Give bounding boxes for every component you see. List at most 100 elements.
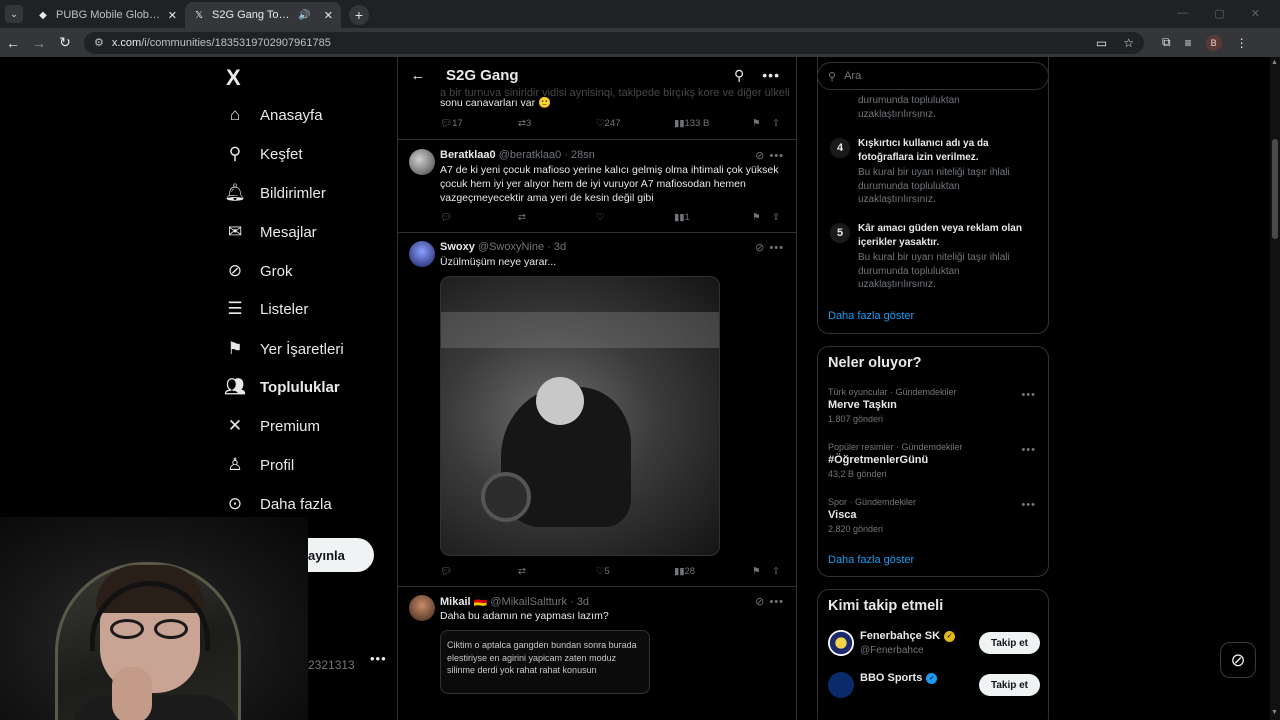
- follow-name[interactable]: Fenerbahçe SK ✓: [860, 630, 956, 642]
- nav-notifications[interactable]: 🔔︎ Bildirimler: [224, 176, 326, 210]
- more-icon[interactable]: •••: [1021, 499, 1036, 511]
- nav-profile[interactable]: ♙ Profil: [224, 448, 294, 482]
- minimize-icon[interactable]: —: [1177, 7, 1188, 20]
- grok-icon[interactable]: ⊘: [755, 596, 765, 608]
- follow-suggestion[interactable]: BBO Sports ✓ Takip et: [828, 672, 1040, 702]
- grok-icon[interactable]: ⊘: [755, 150, 765, 162]
- reply-button[interactable]: 💬︎ 17: [440, 118, 463, 129]
- avatar[interactable]: [409, 241, 435, 267]
- follow-handle[interactable]: @Fenerbahce: [860, 645, 924, 656]
- site-info-icon[interactable]: ⚙: [94, 36, 104, 49]
- avatar[interactable]: [409, 149, 435, 175]
- nav-grok[interactable]: ⊘ Grok: [224, 254, 293, 288]
- post-button[interactable]: ayınla: [308, 538, 374, 572]
- bookmark-star-icon[interactable]: ☆: [1123, 36, 1134, 50]
- quoted-post[interactable]: Ciktim o aptalca gangden bundan sonra bu…: [440, 630, 650, 694]
- views-button[interactable]: ▮▮ 133 B: [674, 118, 709, 129]
- reload-icon[interactable]: ↻: [52, 34, 78, 51]
- forward-arrow-icon[interactable]: →: [26, 35, 52, 51]
- trend-item[interactable]: Spor · Gündemdekiler Visca 2.820 gönderi…: [828, 497, 1040, 534]
- share-icon[interactable]: ⇧: [772, 118, 780, 129]
- avatar[interactable]: [409, 595, 435, 621]
- author-name[interactable]: Swoxy: [440, 241, 475, 253]
- grok-icon[interactable]: ⊘: [755, 242, 765, 254]
- share-icon[interactable]: ⇧: [772, 212, 780, 223]
- extensions-icon[interactable]: ⧉: [1162, 35, 1171, 50]
- browser-menu-icon[interactable]: ⋮: [1236, 36, 1248, 50]
- grok-floating-button[interactable]: ⊘: [1220, 642, 1256, 678]
- views-button[interactable]: ▮▮ 28: [674, 566, 695, 577]
- avatar[interactable]: [828, 672, 854, 698]
- post-time[interactable]: 28sn: [571, 149, 595, 161]
- reply-button[interactable]: 💬︎: [440, 212, 452, 223]
- search-box[interactable]: ⚲ Ara: [817, 62, 1049, 90]
- post[interactable]: Beratklaa0 @beratklaa0 · 28sn ⊘ ••• A7 d…: [398, 140, 796, 233]
- trend-item[interactable]: Türk oyuncular · Gündemdekiler Merve Taş…: [828, 387, 1040, 424]
- repost-button[interactable]: ⇄ 3: [518, 118, 531, 129]
- follow-button[interactable]: Takip et: [978, 632, 1040, 654]
- follow-button[interactable]: Takip et: [978, 674, 1040, 696]
- post-menu[interactable]: ⊘ •••: [755, 149, 784, 162]
- audio-icon[interactable]: 🔊: [298, 10, 310, 21]
- nav-premium[interactable]: ✕ Premium: [224, 409, 320, 443]
- account-handle[interactable]: 2321313: [308, 658, 355, 672]
- author-name[interactable]: Mikail 🇩🇪: [440, 596, 487, 608]
- scroll-down-icon[interactable]: ▼: [1271, 709, 1278, 716]
- bookmark-icon[interactable]: ⚑: [752, 118, 761, 129]
- show-more-trends-link[interactable]: Daha fazla göster: [828, 554, 914, 566]
- author-handle[interactable]: @SwoxyNine: [478, 241, 544, 253]
- post-menu[interactable]: ⊘ •••: [755, 595, 784, 608]
- bookmark-icon[interactable]: ⚑: [752, 566, 761, 577]
- share-icon[interactable]: ⇧: [772, 566, 780, 577]
- follow-name[interactable]: BBO Sports ✓: [860, 672, 938, 684]
- back-arrow-icon[interactable]: ←: [0, 35, 26, 51]
- author-handle[interactable]: @MikailSaltturk: [490, 596, 567, 608]
- more-icon[interactable]: •••: [1021, 389, 1036, 401]
- nav-messages[interactable]: ✉ Mesajlar: [224, 215, 317, 249]
- post-time[interactable]: 3d: [577, 596, 589, 608]
- tab-close-icon[interactable]: ✕: [324, 9, 333, 22]
- scrollbar-thumb[interactable]: [1272, 139, 1278, 239]
- browser-tab-pubg[interactable]: ◆ PUBG Mobile Global Champion ✕: [29, 2, 185, 28]
- nav-more[interactable]: ⊙ Daha fazla: [224, 487, 332, 521]
- like-button[interactable]: ♡: [596, 212, 605, 223]
- post[interactable]: Mikail 🇩🇪 @MikailSaltturk · 3d ⊘ ••• Dah…: [398, 587, 796, 720]
- follow-suggestion[interactable]: Fenerbahçe SK ✓ @Fenerbahce Takip et: [828, 630, 1040, 660]
- nav-communities[interactable]: 👥︎ Topluluklar: [224, 370, 340, 404]
- more-icon[interactable]: •••: [1021, 444, 1036, 456]
- like-button[interactable]: ♡ 5: [596, 566, 610, 577]
- nav-explore[interactable]: ⚲ Keşfet: [224, 137, 303, 171]
- author-handle[interactable]: @beratklaa0: [499, 149, 562, 161]
- nav-home[interactable]: ⌂ Anasayfa: [224, 98, 323, 132]
- tab-close-icon[interactable]: ✕: [168, 9, 177, 22]
- maximize-icon[interactable]: ▢: [1214, 7, 1224, 20]
- show-more-rules-link[interactable]: Daha fazla göster: [828, 310, 914, 322]
- x-logo-icon[interactable]: X: [226, 65, 241, 91]
- tab-search-icon[interactable]: ⌄: [5, 5, 23, 23]
- post-menu[interactable]: ⊘ •••: [755, 241, 784, 254]
- repost-button[interactable]: ⇄: [518, 566, 526, 577]
- address-bar[interactable]: ⚙ x.com/i/communities/183531970290796178…: [84, 31, 1144, 54]
- author-name[interactable]: Beratklaa0: [440, 149, 496, 161]
- account-more-icon[interactable]: •••: [370, 651, 387, 666]
- like-button[interactable]: ♡ 247: [596, 118, 620, 129]
- repost-button[interactable]: ⇄: [518, 212, 526, 223]
- nav-lists[interactable]: ☰ Listeler: [224, 292, 308, 326]
- new-tab-button[interactable]: +: [349, 5, 369, 25]
- trend-item[interactable]: Popüler resimler · Gündemdekiler #Öğretm…: [828, 442, 1040, 479]
- scroll-up-icon[interactable]: ▲: [1271, 59, 1278, 66]
- reply-button[interactable]: 💬︎: [440, 566, 452, 577]
- more-icon[interactable]: •••: [762, 67, 780, 83]
- post[interactable]: Swoxy @SwoxyNine · 3d ⊘ ••• Üzülmüşüm ne…: [398, 233, 796, 587]
- page-scrollbar[interactable]: ▲ ▼: [1270, 57, 1280, 720]
- profile-avatar[interactable]: B: [1205, 34, 1222, 51]
- post-time[interactable]: 3d: [554, 241, 566, 253]
- browser-tab-s2g[interactable]: 𝕏 S2G Gang Topluluk / X 🔊 ✕: [185, 2, 341, 28]
- media-controls-icon[interactable]: ≡: [1185, 36, 1192, 50]
- back-arrow-icon[interactable]: ←: [400, 67, 436, 84]
- cast-icon[interactable]: ▭: [1096, 36, 1107, 50]
- avatar[interactable]: [828, 630, 854, 656]
- views-button[interactable]: ▮▮ 1: [674, 212, 690, 223]
- close-window-icon[interactable]: ✕: [1251, 7, 1260, 20]
- nav-bookmarks[interactable]: ⚑ Yer İşaretleri: [224, 332, 343, 366]
